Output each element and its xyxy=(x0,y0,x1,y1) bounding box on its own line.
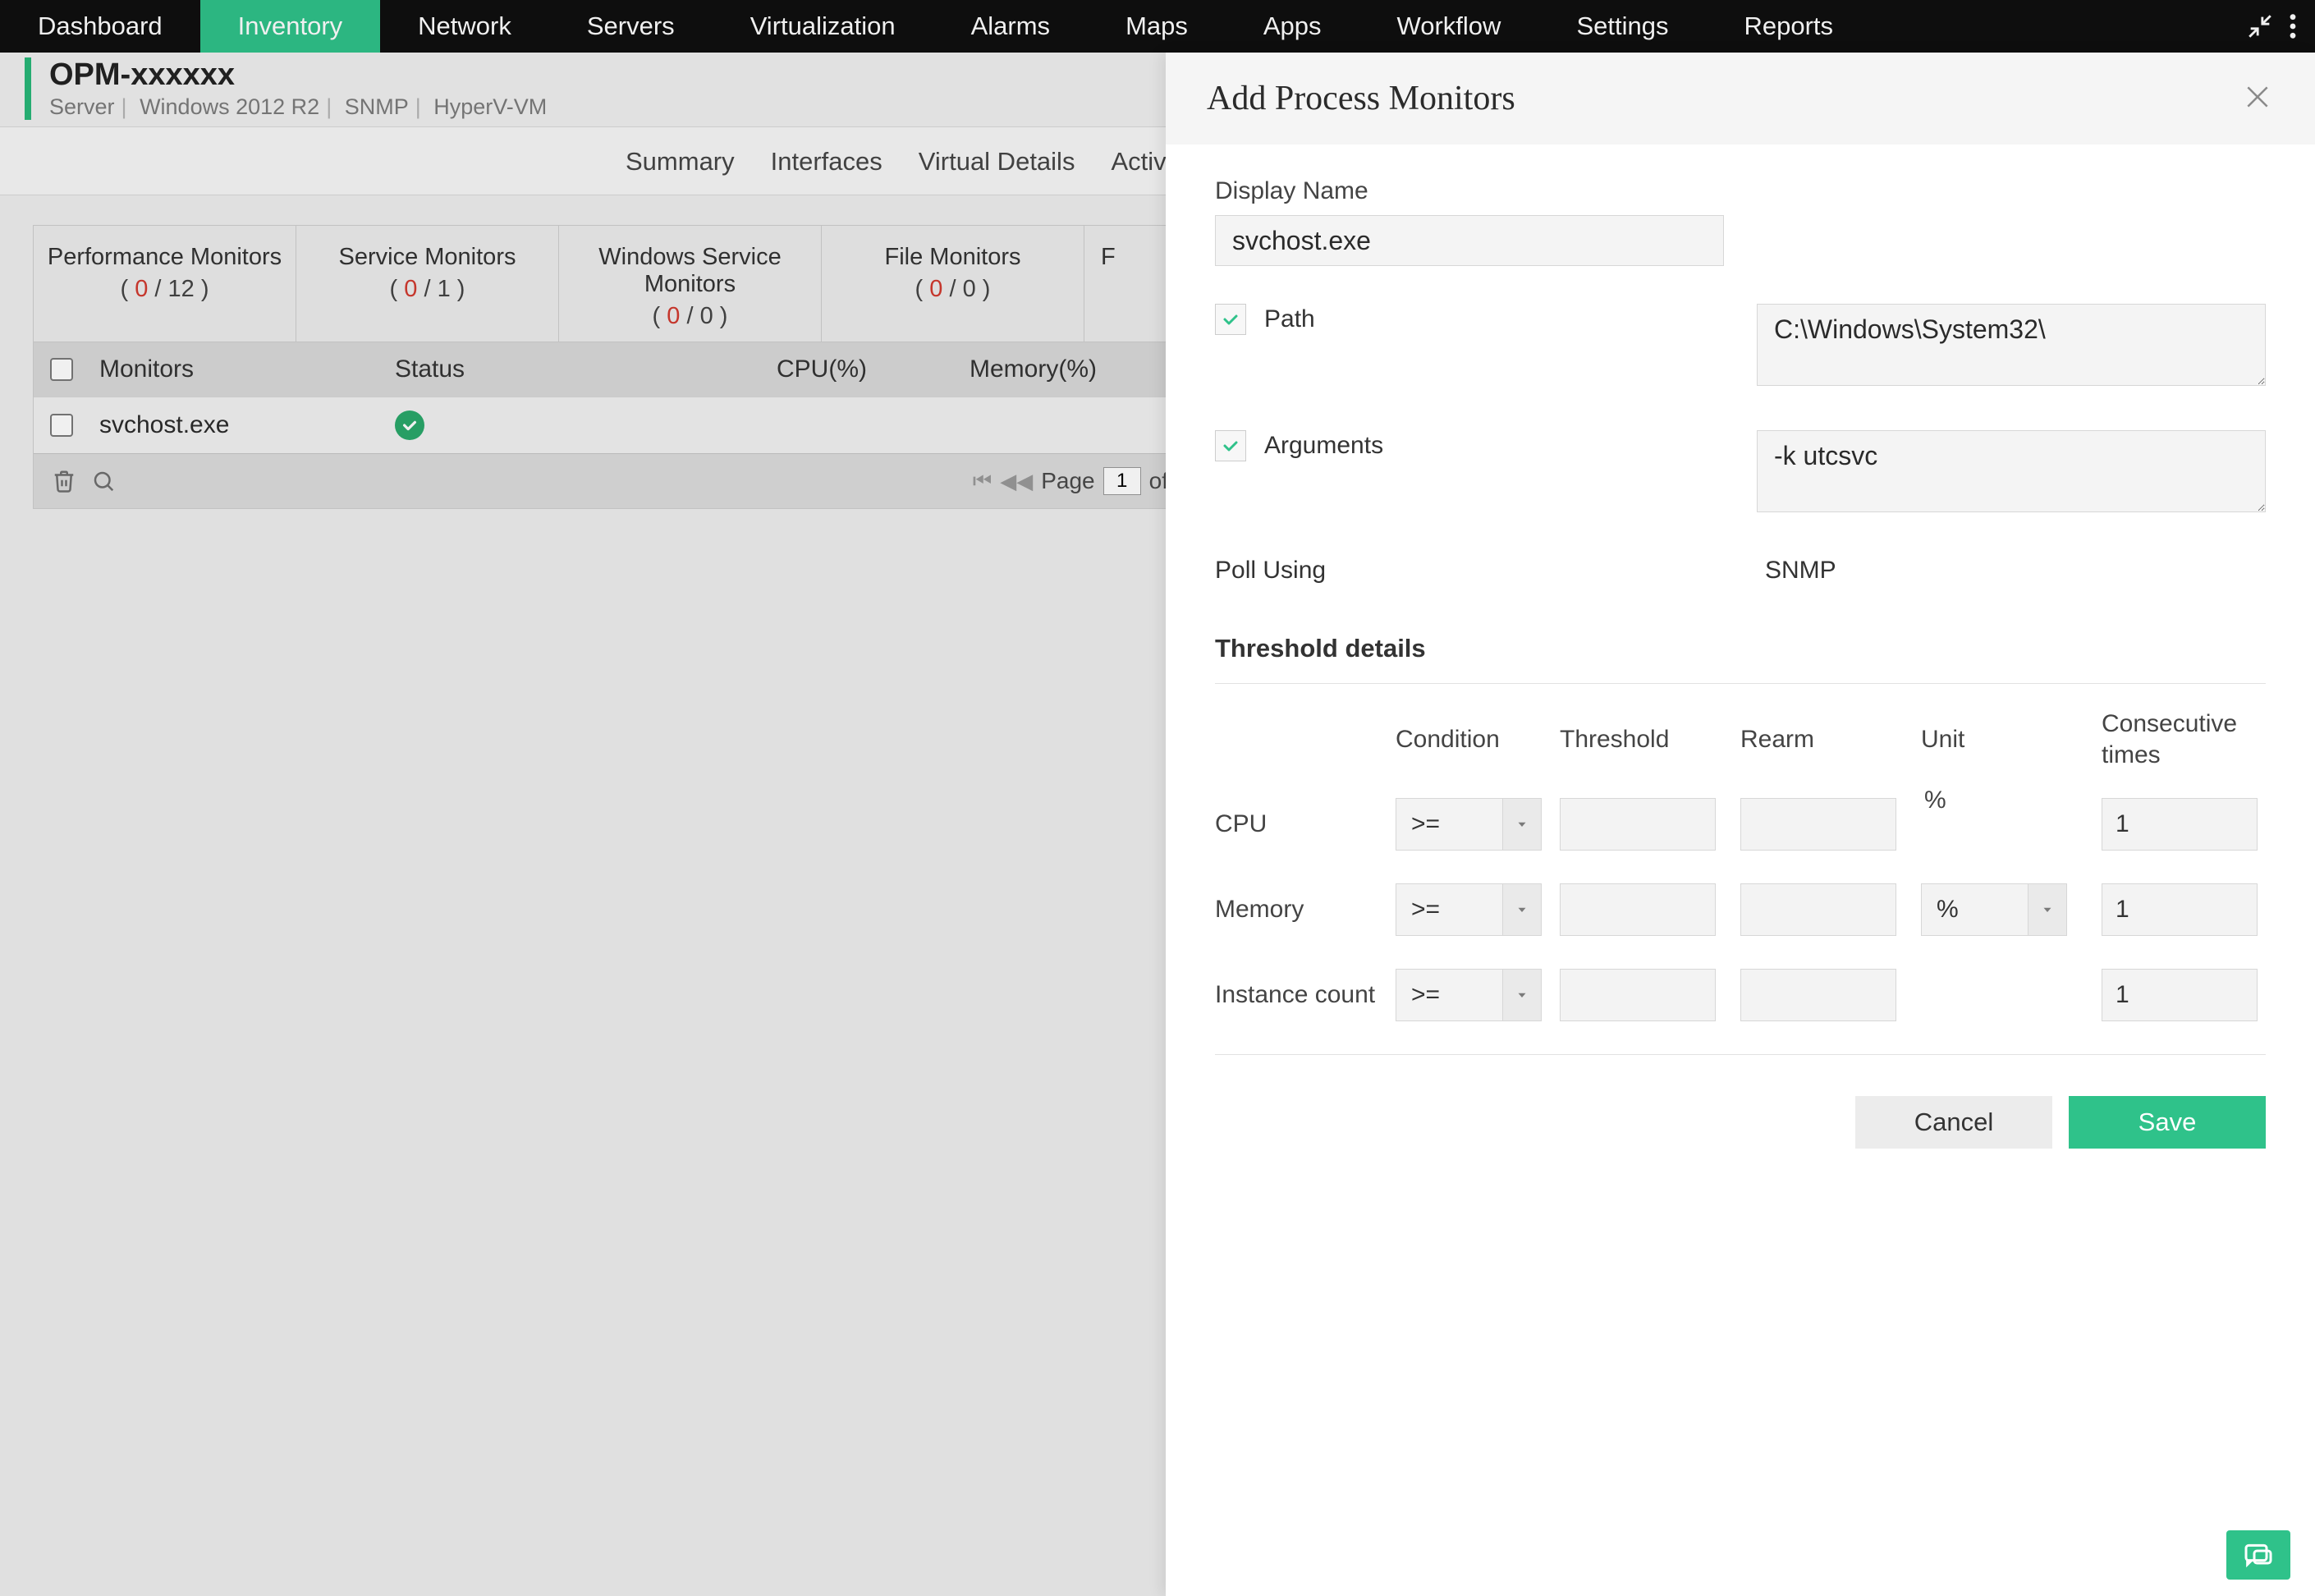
threshold-section-title: Threshold details xyxy=(1215,634,2266,684)
th-memory[interactable]: Memory(%) xyxy=(970,355,1150,383)
th-head-rearm: Rearm xyxy=(1740,726,1921,754)
th-cpu[interactable]: CPU(%) xyxy=(674,355,970,383)
arguments-input[interactable] xyxy=(1757,430,2266,512)
delete-icon[interactable] xyxy=(47,464,81,498)
top-nav: Dashboard Inventory Network Servers Virt… xyxy=(0,0,2315,53)
th-head-threshold: Threshold xyxy=(1560,726,1740,754)
instance-consecutive-input[interactable] xyxy=(2102,969,2258,1021)
m-tab-performance-label: Performance Monitors xyxy=(48,244,282,270)
nav-maps[interactable]: Maps xyxy=(1088,0,1226,53)
instance-rearm-input[interactable] xyxy=(1740,969,1896,1021)
nav-apps[interactable]: Apps xyxy=(1226,0,1359,53)
chevron-down-icon[interactable] xyxy=(1502,883,1542,936)
table-header-row: Monitors Status CPU(%) Memory(%) xyxy=(34,342,1181,397)
tab-interfaces[interactable]: Interfaces xyxy=(769,144,884,180)
memory-condition-select[interactable]: >= xyxy=(1396,883,1560,936)
nav-virtualization[interactable]: Virtualization xyxy=(713,0,933,53)
m-tab-service-label: Service Monitors xyxy=(339,244,516,270)
m-tab-service[interactable]: Service Monitors ( 0 / 1 ) xyxy=(296,226,559,342)
cpu-condition-select[interactable]: >= xyxy=(1396,798,1560,851)
save-button[interactable]: Save xyxy=(2069,1096,2266,1149)
arguments-checkbox[interactable] xyxy=(1215,430,1246,461)
nav-alarms[interactable]: Alarms xyxy=(933,0,1088,53)
poll-using-label: Poll Using xyxy=(1215,557,1765,585)
nav-workflow[interactable]: Workflow xyxy=(1359,0,1539,53)
add-process-monitors-panel: Add Process Monitors Display Name Path xyxy=(1166,53,2315,1596)
monitors-table: Monitors Status CPU(%) Memory(%) svchost… xyxy=(33,342,1182,509)
nav-inventory[interactable]: Inventory xyxy=(200,0,381,53)
path-input[interactable] xyxy=(1757,304,2266,386)
pager: ⏮ ◀◀ Page of xyxy=(973,467,1168,495)
table-row[interactable]: svchost.exe xyxy=(34,397,1181,453)
m-tab-windows-service-label: Windows Service Monitors xyxy=(598,244,781,297)
nav-reports[interactable]: Reports xyxy=(1706,0,1871,53)
cancel-button[interactable]: Cancel xyxy=(1855,1096,2052,1149)
row-checkbox[interactable] xyxy=(50,414,73,437)
table-footer: ⏮ ◀◀ Page of xyxy=(34,453,1181,508)
crumb-vm: HyperV-VM xyxy=(433,94,547,119)
m-tab-file[interactable]: File Monitors ( 0 / 0 ) xyxy=(822,226,1084,342)
row-monitor-name: svchost.exe xyxy=(99,411,395,439)
th-monitors[interactable]: Monitors xyxy=(99,355,395,383)
status-ok-icon xyxy=(395,410,424,440)
path-label: Path xyxy=(1264,305,1315,333)
m-tab-file-label: File Monitors xyxy=(885,244,1021,270)
nav-servers[interactable]: Servers xyxy=(549,0,713,53)
pager-prev-icon[interactable]: ◀◀ xyxy=(1000,469,1033,494)
memory-unit-select[interactable]: % xyxy=(1921,883,2102,936)
instance-condition-select[interactable]: >= xyxy=(1396,969,1560,1021)
chat-help-button[interactable] xyxy=(2226,1530,2290,1580)
instance-threshold-input[interactable] xyxy=(1560,969,1716,1021)
search-icon[interactable] xyxy=(86,464,121,498)
tab-virtual-details[interactable]: Virtual Details xyxy=(917,144,1077,180)
select-all-checkbox[interactable] xyxy=(50,358,73,381)
th-head-unit: Unit xyxy=(1921,726,2102,754)
memory-threshold-input[interactable] xyxy=(1560,883,1716,936)
display-name-label: Display Name xyxy=(1215,177,2266,205)
m-tab-performance[interactable]: Performance Monitors ( 0 / 12 ) xyxy=(34,226,296,342)
th-head-condition: Condition xyxy=(1396,726,1560,754)
m-tab-windows-service[interactable]: Windows Service Monitors ( 0 / 0 ) xyxy=(559,226,822,342)
th-status[interactable]: Status xyxy=(395,355,674,383)
chevron-down-icon[interactable] xyxy=(2028,883,2067,936)
cpu-unit: % xyxy=(1921,787,2102,814)
path-checkbox[interactable] xyxy=(1215,304,1246,335)
collapse-icon[interactable] xyxy=(2246,12,2274,40)
close-icon[interactable] xyxy=(2241,80,2274,117)
cpu-threshold-input[interactable] xyxy=(1560,798,1716,851)
crumb-os: Windows 2012 R2 xyxy=(140,94,319,119)
chevron-down-icon[interactable] xyxy=(1502,798,1542,851)
crumb-server: Server xyxy=(49,94,115,119)
pager-first-icon[interactable]: ⏮ xyxy=(973,468,992,494)
threshold-row-cpu-label: CPU xyxy=(1215,810,1396,838)
display-name-input[interactable] xyxy=(1215,215,1724,266)
kebab-menu-icon[interactable] xyxy=(2287,12,2299,40)
th-head-consecutive: Consecutive times xyxy=(2102,709,2266,770)
memory-rearm-input[interactable] xyxy=(1740,883,1896,936)
nav-dashboard[interactable]: Dashboard xyxy=(0,0,200,53)
pager-page-label: Page xyxy=(1041,468,1094,494)
arguments-label: Arguments xyxy=(1264,432,1383,460)
nav-network[interactable]: Network xyxy=(380,0,549,53)
chevron-down-icon[interactable] xyxy=(1502,969,1542,1021)
panel-title: Add Process Monitors xyxy=(1207,79,1515,118)
tab-summary[interactable]: Summary xyxy=(624,144,736,180)
cpu-rearm-input[interactable] xyxy=(1740,798,1896,851)
memory-consecutive-input[interactable] xyxy=(2102,883,2258,936)
nav-settings[interactable]: Settings xyxy=(1538,0,1706,53)
crumb-protocol: SNMP xyxy=(345,94,409,119)
cpu-consecutive-input[interactable] xyxy=(2102,798,2258,851)
pager-page-input[interactable] xyxy=(1103,467,1141,495)
threshold-row-memory-label: Memory xyxy=(1215,896,1396,924)
threshold-row-instance-label: Instance count xyxy=(1215,981,1396,1009)
poll-using-value: SNMP xyxy=(1765,557,2266,585)
